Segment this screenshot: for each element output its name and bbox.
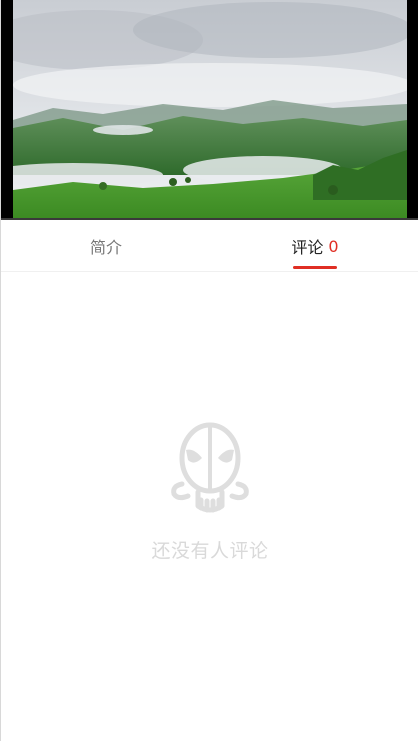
video-landscape-image (13, 0, 407, 220)
tab-intro-label: 简介 (89, 238, 122, 257)
empty-comments-message: 还没有人评论 (151, 540, 269, 562)
tab-bar: 简介 评论 0 (1, 221, 418, 272)
video-player[interactable] (1, 0, 418, 220)
video-progress-bar[interactable] (1, 218, 418, 220)
active-tab-indicator (293, 266, 337, 269)
tab-intro[interactable]: 简介 (59, 221, 153, 271)
tab-comments-label: 评论 (291, 238, 324, 257)
app-page: 简介 评论 0 还没有人评论 (0, 0, 418, 741)
empty-comments: 还没有人评论 (1, 420, 418, 563)
comments-count: 0 (328, 236, 339, 256)
video-frame (13, 0, 407, 220)
tab-comments[interactable]: 评论 0 (267, 221, 363, 271)
deadpool-mask-icon (168, 420, 252, 520)
